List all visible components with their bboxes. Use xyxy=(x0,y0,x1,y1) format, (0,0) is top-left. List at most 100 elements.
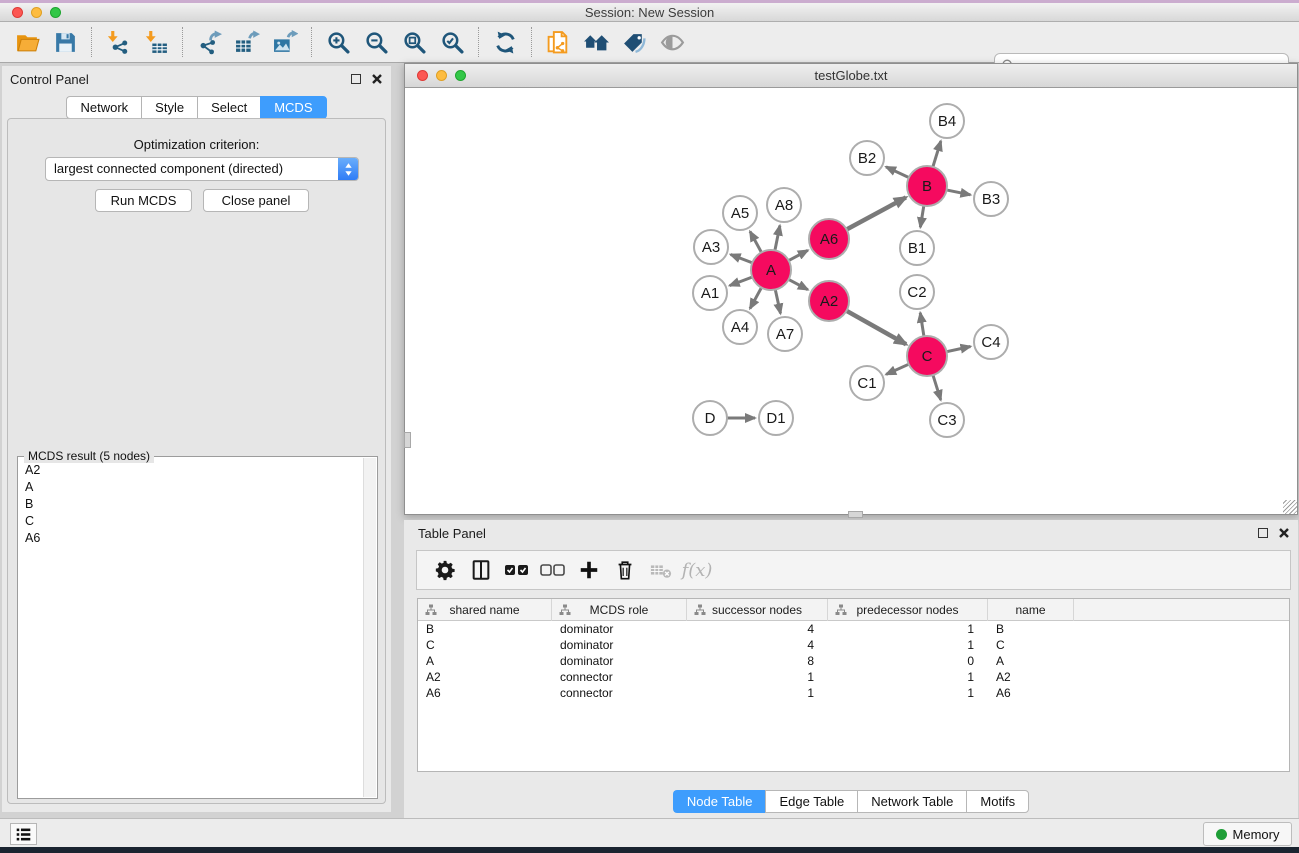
graph-node-A1[interactable]: A1 xyxy=(693,276,727,310)
toolbar-separator xyxy=(182,27,183,57)
resize-grip-icon[interactable] xyxy=(1283,500,1297,514)
table-panel-title: Table Panel xyxy=(418,526,1258,541)
column-header-predecessor-nodes[interactable]: predecessor nodes xyxy=(828,599,988,621)
table-row[interactable]: Adominator80A xyxy=(418,653,1289,669)
gear-icon[interactable] xyxy=(427,554,463,586)
zoom-view-button[interactable] xyxy=(455,70,466,81)
mcds-result-item[interactable]: A xyxy=(19,478,363,495)
column-header-mcds-role[interactable]: MCDS role xyxy=(552,599,687,621)
tab-mcds[interactable]: MCDS xyxy=(260,96,326,119)
open-file-icon[interactable] xyxy=(10,26,44,58)
tab-network[interactable]: Network xyxy=(66,96,141,119)
criterion-dropdown[interactable]: largest connected component (directed) xyxy=(45,157,359,181)
graph-node-A4[interactable]: A4 xyxy=(723,310,757,344)
close-view-button[interactable] xyxy=(417,70,428,81)
close-table-panel-icon[interactable] xyxy=(1278,527,1290,539)
column-header-successor-nodes[interactable]: successor nodes xyxy=(687,599,828,621)
mcds-result-item[interactable]: A2 xyxy=(19,461,363,478)
graph-node-A8[interactable]: A8 xyxy=(767,188,801,222)
graph-node-A[interactable]: A xyxy=(751,250,791,290)
memory-label: Memory xyxy=(1233,827,1280,842)
export-table-icon[interactable] xyxy=(230,26,264,58)
import-network-icon[interactable] xyxy=(101,26,135,58)
mcds-result-list[interactable]: A2ABCA6 xyxy=(19,461,363,797)
graph-node-B[interactable]: B xyxy=(907,166,947,206)
export-network-icon[interactable] xyxy=(192,26,226,58)
tab-select[interactable]: Select xyxy=(197,96,260,119)
graph-node-C3[interactable]: C3 xyxy=(930,403,964,437)
graph-edge-A6-B[interactable] xyxy=(843,197,906,231)
unselect-all-icon[interactable] xyxy=(535,554,571,586)
close-panel-button[interactable]: Close panel xyxy=(203,189,309,212)
table-row[interactable]: Cdominator41C xyxy=(418,637,1289,653)
graph-node-A7[interactable]: A7 xyxy=(768,317,802,351)
graph-node-B3[interactable]: B3 xyxy=(974,182,1008,216)
table-row[interactable]: Bdominator41B xyxy=(418,621,1289,637)
add-column-icon[interactable] xyxy=(571,554,607,586)
mcds-result-item[interactable]: B xyxy=(19,495,363,512)
svg-text:D1: D1 xyxy=(766,410,785,427)
graph-node-B4[interactable]: B4 xyxy=(930,104,964,138)
refresh-layout-icon[interactable] xyxy=(488,26,522,58)
minimize-view-button[interactable] xyxy=(436,70,447,81)
table-row[interactable]: A6connector11A6 xyxy=(418,685,1289,701)
graph-node-B2[interactable]: B2 xyxy=(850,141,884,175)
tab-node-table[interactable]: Node Table xyxy=(673,790,766,813)
graph-node-D[interactable]: D xyxy=(693,401,727,435)
graph-node-C4[interactable]: C4 xyxy=(974,325,1008,359)
zoom-out-icon[interactable] xyxy=(359,26,393,58)
save-session-icon[interactable] xyxy=(48,26,82,58)
eye-icon[interactable] xyxy=(655,26,689,58)
column-header-name[interactable]: name xyxy=(988,599,1074,621)
float-table-panel-icon[interactable] xyxy=(1258,528,1268,538)
tab-motifs[interactable]: Motifs xyxy=(966,790,1029,813)
network-window-titlebar[interactable]: testGlobe.txt xyxy=(405,64,1297,88)
mcds-result-item[interactable]: A6 xyxy=(19,529,363,546)
network-file-icon[interactable] xyxy=(541,26,575,58)
graph-node-A5[interactable]: A5 xyxy=(723,196,757,230)
table-cell: A2 xyxy=(988,669,1074,685)
zoom-fit-icon[interactable] xyxy=(397,26,431,58)
function-icon[interactable]: f(x) xyxy=(679,554,715,586)
network-horizontal-scrollbar[interactable] xyxy=(848,511,863,518)
result-scrollbar[interactable] xyxy=(363,458,376,797)
zoom-in-icon[interactable] xyxy=(321,26,355,58)
network-vertical-scrollbar[interactable] xyxy=(404,432,411,448)
graph-node-C[interactable]: C xyxy=(907,336,947,376)
graph-node-C2[interactable]: C2 xyxy=(900,275,934,309)
graph-node-A3[interactable]: A3 xyxy=(694,230,728,264)
graph-node-A6[interactable]: A6 xyxy=(809,219,849,259)
delete-table-icon[interactable] xyxy=(643,554,679,586)
zoom-window-button[interactable] xyxy=(50,7,61,18)
graph-node-B1[interactable]: B1 xyxy=(900,231,934,265)
task-list-button[interactable] xyxy=(10,823,37,845)
tab-network-table[interactable]: Network Table xyxy=(857,790,966,813)
tab-edge-table[interactable]: Edge Table xyxy=(765,790,857,813)
graph-node-A2[interactable]: A2 xyxy=(809,281,849,321)
minimize-window-button[interactable] xyxy=(31,7,42,18)
table-row[interactable]: A2connector11A2 xyxy=(418,669,1289,685)
import-table-icon[interactable] xyxy=(139,26,173,58)
mcds-result-item[interactable]: C xyxy=(19,512,363,529)
close-window-button[interactable] xyxy=(12,7,23,18)
tab-style[interactable]: Style xyxy=(141,96,197,119)
label-visibility-icon[interactable] xyxy=(617,26,651,58)
memory-button[interactable]: Memory xyxy=(1203,822,1292,846)
delete-column-icon[interactable] xyxy=(607,554,643,586)
close-panel-icon[interactable] xyxy=(371,73,383,85)
select-all-icon[interactable] xyxy=(499,554,535,586)
export-image-icon[interactable] xyxy=(268,26,302,58)
graph-edge-A2-C[interactable] xyxy=(843,309,906,344)
network-canvas[interactable]: B4 B2 B B3 B1 A5 A8A6 A3 A A1 A2 C2 A4 A7 C4 C C1 C3 D D1 xyxy=(405,89,1297,514)
column-header-shared-name[interactable]: shared name xyxy=(418,599,552,621)
table-cell: C xyxy=(988,637,1074,653)
split-view-icon[interactable] xyxy=(463,554,499,586)
float-panel-icon[interactable] xyxy=(351,74,361,84)
home-icon[interactable] xyxy=(579,26,613,58)
graph-node-D1[interactable]: D1 xyxy=(759,401,793,435)
zoom-selected-icon[interactable] xyxy=(435,26,469,58)
table-cell: 4 xyxy=(687,637,828,653)
table-cell: A6 xyxy=(988,685,1074,701)
graph-node-C1[interactable]: C1 xyxy=(850,366,884,400)
run-mcds-button[interactable]: Run MCDS xyxy=(95,189,192,212)
